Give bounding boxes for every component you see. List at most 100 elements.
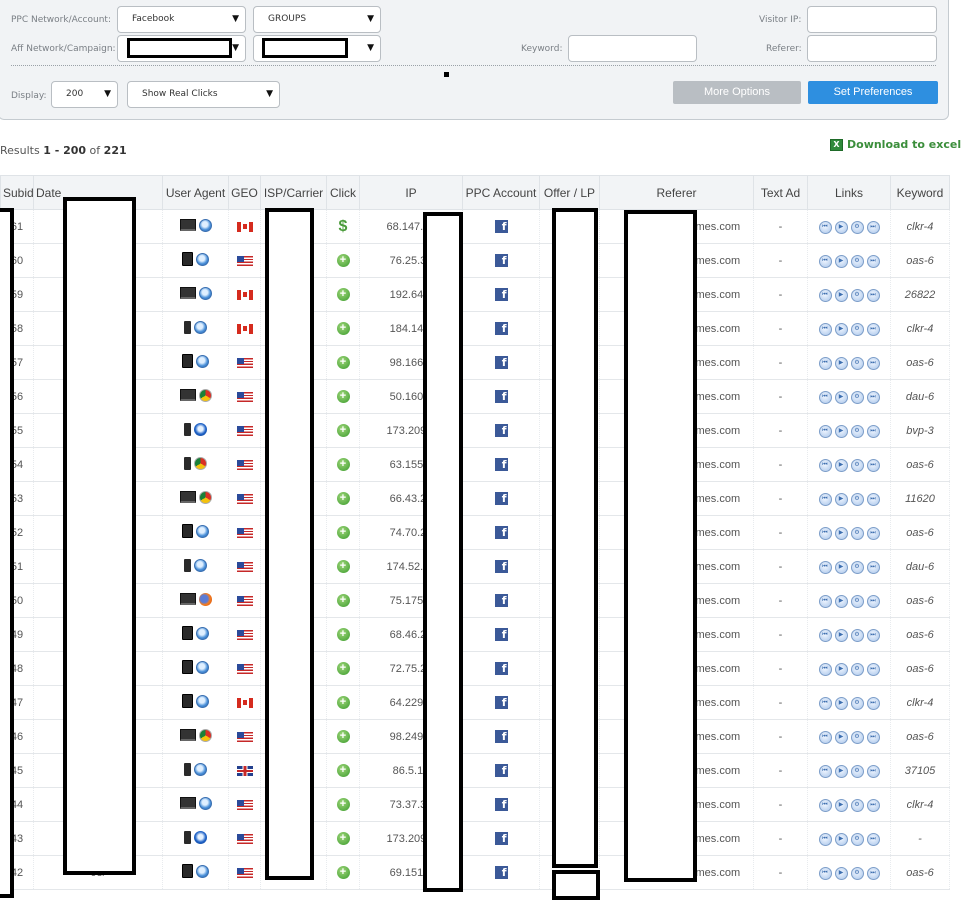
plus-circle-icon[interactable]: + (336, 322, 350, 335)
link-settings-icon[interactable]: ⚙ (850, 357, 864, 370)
link-play-icon[interactable]: ▶ (834, 391, 848, 404)
link-first-icon[interactable]: ⏮ (818, 221, 832, 234)
plus-circle-icon[interactable]: + (336, 356, 350, 369)
referer-input[interactable] (807, 35, 937, 62)
column-header-referer[interactable]: Referer (599, 175, 754, 210)
link-last-icon[interactable]: ⏭ (866, 629, 880, 642)
column-header-user-agent[interactable]: User Agent (162, 175, 229, 210)
plus-circle-icon[interactable]: + (336, 798, 350, 811)
link-last-icon[interactable]: ⏭ (866, 765, 880, 778)
link-first-icon[interactable]: ⏮ (818, 289, 832, 302)
column-header-links[interactable]: Links (807, 175, 891, 210)
link-last-icon[interactable]: ⏭ (866, 221, 880, 234)
ppc-account-select[interactable]: GROUPS ▼ (253, 6, 381, 33)
link-first-icon[interactable]: ⏮ (818, 731, 832, 744)
link-settings-icon[interactable]: ⚙ (850, 765, 864, 778)
referer-tail[interactable]: times.com (690, 663, 740, 675)
column-header-click[interactable]: Click (326, 175, 360, 210)
link-play-icon[interactable]: ▶ (834, 663, 848, 676)
link-first-icon[interactable]: ⏮ (818, 357, 832, 370)
referer-tail[interactable]: times.com (690, 867, 740, 879)
link-last-icon[interactable]: ⏭ (866, 697, 880, 710)
referer-tail[interactable]: times.com (690, 697, 740, 709)
link-last-icon[interactable]: ⏭ (866, 323, 880, 336)
link-play-icon[interactable]: ▶ (834, 595, 848, 608)
link-settings-icon[interactable]: ⚙ (850, 663, 864, 676)
link-last-icon[interactable]: ⏭ (866, 255, 880, 268)
link-settings-icon[interactable]: ⚙ (850, 425, 864, 438)
referer-tail[interactable]: times.com (690, 629, 740, 641)
plus-circle-icon[interactable]: + (336, 560, 350, 573)
plus-circle-icon[interactable]: + (336, 662, 350, 675)
link-first-icon[interactable]: ⏮ (818, 323, 832, 336)
referer-tail[interactable]: times.com (690, 799, 740, 811)
column-header-isp-carrier[interactable]: ISP/Carrier (260, 175, 327, 210)
link-play-icon[interactable]: ▶ (834, 867, 848, 880)
link-play-icon[interactable]: ▶ (834, 425, 848, 438)
display-count-select[interactable]: 200 ▼ (51, 81, 118, 108)
link-play-icon[interactable]: ▶ (834, 323, 848, 336)
link-play-icon[interactable]: ▶ (834, 459, 848, 472)
plus-circle-icon[interactable]: + (336, 424, 350, 437)
link-settings-icon[interactable]: ⚙ (850, 323, 864, 336)
link-settings-icon[interactable]: ⚙ (850, 799, 864, 812)
table-row[interactable]: 4608/m+98.249.5fthtimes.com-⏮▶⚙⏭oas-6 (0, 719, 950, 754)
link-first-icon[interactable]: ⏮ (818, 833, 832, 846)
column-header-text-ad[interactable]: Text Ad (753, 175, 808, 210)
aff-network-select[interactable]: ▼ (117, 35, 246, 62)
link-first-icon[interactable]: ⏮ (818, 527, 832, 540)
link-first-icon[interactable]: ⏮ (818, 425, 832, 438)
column-header-keyword[interactable]: Keyword (890, 175, 950, 210)
link-last-icon[interactable]: ⏭ (866, 493, 880, 506)
table-row[interactable]: 5208/m+74.70.20fthtimes.com-⏮▶⚙⏭oas-6 (0, 515, 950, 550)
plus-circle-icon[interactable]: + (336, 696, 350, 709)
link-settings-icon[interactable]: ⚙ (850, 731, 864, 744)
link-last-icon[interactable]: ⏭ (866, 867, 880, 880)
visitor-ip-input[interactable] (807, 6, 937, 33)
plus-circle-icon[interactable]: + (336, 866, 350, 879)
plus-circle-icon[interactable]: + (336, 628, 350, 641)
link-first-icon[interactable]: ⏮ (818, 867, 832, 880)
table-row[interactable]: 5908/+192.64.4fthtimes.com-⏮▶⚙⏭26822 (0, 277, 950, 312)
link-play-icon[interactable]: ▶ (834, 493, 848, 506)
referer-tail[interactable]: times.com (690, 595, 740, 607)
link-first-icon[interactable]: ⏮ (818, 595, 832, 608)
table-row[interactable]: 6108/m$68.147.14fthtimes.com-⏮▶⚙⏭clkr-4 (0, 209, 950, 244)
link-play-icon[interactable]: ▶ (834, 561, 848, 574)
link-play-icon[interactable]: ▶ (834, 799, 848, 812)
column-header-geo[interactable]: GEO (228, 175, 261, 210)
link-settings-icon[interactable]: ⚙ (850, 221, 864, 234)
referer-tail[interactable]: times.com (690, 323, 740, 335)
keyword-input[interactable] (568, 35, 697, 62)
referer-tail[interactable]: times.com (690, 425, 740, 437)
link-play-icon[interactable]: ▶ (834, 731, 848, 744)
link-first-icon[interactable]: ⏮ (818, 561, 832, 574)
column-header-ppc-account[interactable]: PPC Account (462, 175, 540, 210)
link-settings-icon[interactable]: ⚙ (850, 527, 864, 540)
link-play-icon[interactable]: ▶ (834, 289, 848, 302)
referer-tail[interactable]: times.com (690, 493, 740, 505)
link-first-icon[interactable]: ⏮ (818, 765, 832, 778)
link-last-icon[interactable]: ⏭ (866, 561, 880, 574)
link-settings-icon[interactable]: ⚙ (850, 697, 864, 710)
link-settings-icon[interactable]: ⚙ (850, 459, 864, 472)
link-last-icon[interactable]: ⏭ (866, 425, 880, 438)
table-row[interactable]: 4408/m+73.37.34fthtimes.com-⏮▶⚙⏭clkr-4 (0, 787, 950, 822)
link-first-icon[interactable]: ⏮ (818, 663, 832, 676)
link-settings-icon[interactable]: ⚙ (850, 391, 864, 404)
referer-tail[interactable]: times.com (690, 221, 740, 233)
link-first-icon[interactable]: ⏮ (818, 391, 832, 404)
link-play-icon[interactable]: ▶ (834, 697, 848, 710)
referer-tail[interactable]: times.com (690, 391, 740, 403)
table-row[interactable]: 5408/m+63.155.2fthtimes.com-⏮▶⚙⏭oas-6 (0, 447, 950, 482)
link-last-icon[interactable]: ⏭ (866, 833, 880, 846)
table-row[interactable]: 6008/m+76.25.39fthtimes.com-⏮▶⚙⏭oas-6 (0, 243, 950, 278)
table-row[interactable]: 4808/m+72.75.22fthtimes.com-⏮▶⚙⏭oas-6 (0, 651, 950, 686)
link-settings-icon[interactable]: ⚙ (850, 833, 864, 846)
referer-tail[interactable]: times.com (690, 561, 740, 573)
link-last-icon[interactable]: ⏭ (866, 595, 880, 608)
plus-circle-icon[interactable]: + (336, 390, 350, 403)
link-play-icon[interactable]: ▶ (834, 527, 848, 540)
table-row[interactable]: 4508/+86.5.15fthtimes.com-⏮▶⚙⏭37105 (0, 753, 950, 788)
table-row[interactable]: 4208/+69.151.1fthtimes.com-⏮▶⚙⏭oas-6 (0, 855, 950, 890)
